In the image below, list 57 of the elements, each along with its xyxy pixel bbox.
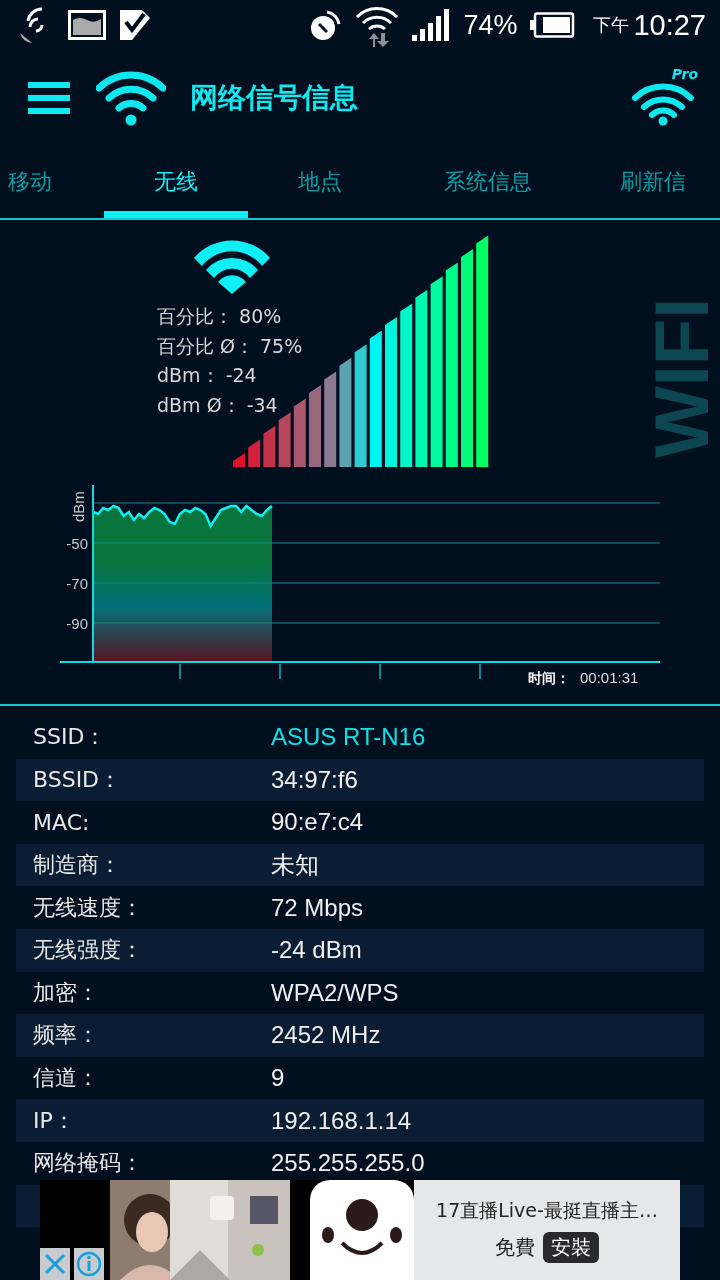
ad-banner[interactable]: 17直播Live-最挺直播主… 免費 安裝 — [40, 1180, 680, 1280]
field-value: -24 dBm — [271, 936, 362, 965]
time-label: 时间： — [528, 670, 570, 686]
field-value: ASUS RT-N16 — [271, 723, 426, 752]
signal-stat: dBm： -24 — [157, 364, 257, 386]
axis-tick — [279, 663, 281, 680]
axis-tick — [379, 663, 381, 680]
tab[interactable]: 刷新信 — [584, 145, 720, 218]
tick-label: -90 — [66, 615, 88, 632]
time-period: 下午 — [593, 13, 630, 37]
field-label: IP： — [32, 1106, 76, 1135]
battery-icon — [529, 12, 576, 38]
app-title: 网络信号信息 — [190, 79, 359, 116]
field-label: BSSID： — [32, 765, 123, 794]
field-label: 无线强度： — [32, 936, 144, 965]
tab[interactable]: 无线 — [104, 145, 248, 218]
field-value: 90:e7:c4 — [271, 808, 364, 837]
axis-tick — [479, 663, 481, 680]
pro-label: Pro — [671, 65, 698, 82]
field-label: 制造商： — [32, 851, 122, 880]
field-label: MAC: — [32, 810, 91, 835]
tab[interactable]: 系统信息 — [392, 145, 584, 218]
check-icon — [118, 8, 152, 42]
menu-icon[interactable] — [28, 81, 70, 114]
signal-stat: 百分比： 80% — [157, 305, 282, 327]
field-value: 255.255.255.0 — [271, 1149, 425, 1178]
field-label: SSID： — [32, 723, 108, 752]
tick-label: -70 — [66, 575, 88, 592]
field-label: 信道： — [32, 1064, 100, 1093]
tab[interactable]: 地点 — [248, 145, 392, 218]
signal-stat: 百分比 Ø： 75% — [157, 334, 303, 357]
axis-tick — [179, 663, 181, 680]
field-value: 72 Mbps — [271, 893, 364, 922]
wifi-logo-icon — [96, 69, 166, 126]
field-label: 加密： — [32, 978, 100, 1007]
field-value: WPA2/WPS — [271, 978, 399, 1007]
field-value: 34:97:f6 — [271, 765, 358, 794]
axis-label: dBm — [70, 491, 87, 522]
tab[interactable]: 移动 — [0, 145, 104, 218]
field-value: 2452 MHz — [271, 1021, 381, 1050]
ad-title: 17直播Live-最挺直播主… — [436, 1197, 658, 1223]
field-value: 未知 — [271, 850, 319, 881]
field-label: 无线速度： — [32, 893, 144, 922]
wifi-icon — [194, 240, 270, 294]
field-value: 9 — [271, 1064, 285, 1093]
install-button[interactable]: 安裝 — [543, 1231, 599, 1263]
signal-stat: dBm Ø： -34 — [157, 393, 278, 416]
signal-icon — [411, 9, 452, 41]
image-icon — [68, 10, 106, 40]
field-label: 网络掩码： — [32, 1149, 144, 1178]
battery-percent: 74% — [463, 9, 518, 41]
tick-label: -50 — [66, 535, 88, 552]
field-label: 频率： — [32, 1021, 100, 1050]
elapsed-time: 00:01:31 — [580, 669, 639, 686]
field-value: 192.168.1.14 — [271, 1106, 412, 1135]
clock-time: 10:27 — [633, 8, 706, 42]
price-label: 免費 — [495, 1233, 535, 1261]
